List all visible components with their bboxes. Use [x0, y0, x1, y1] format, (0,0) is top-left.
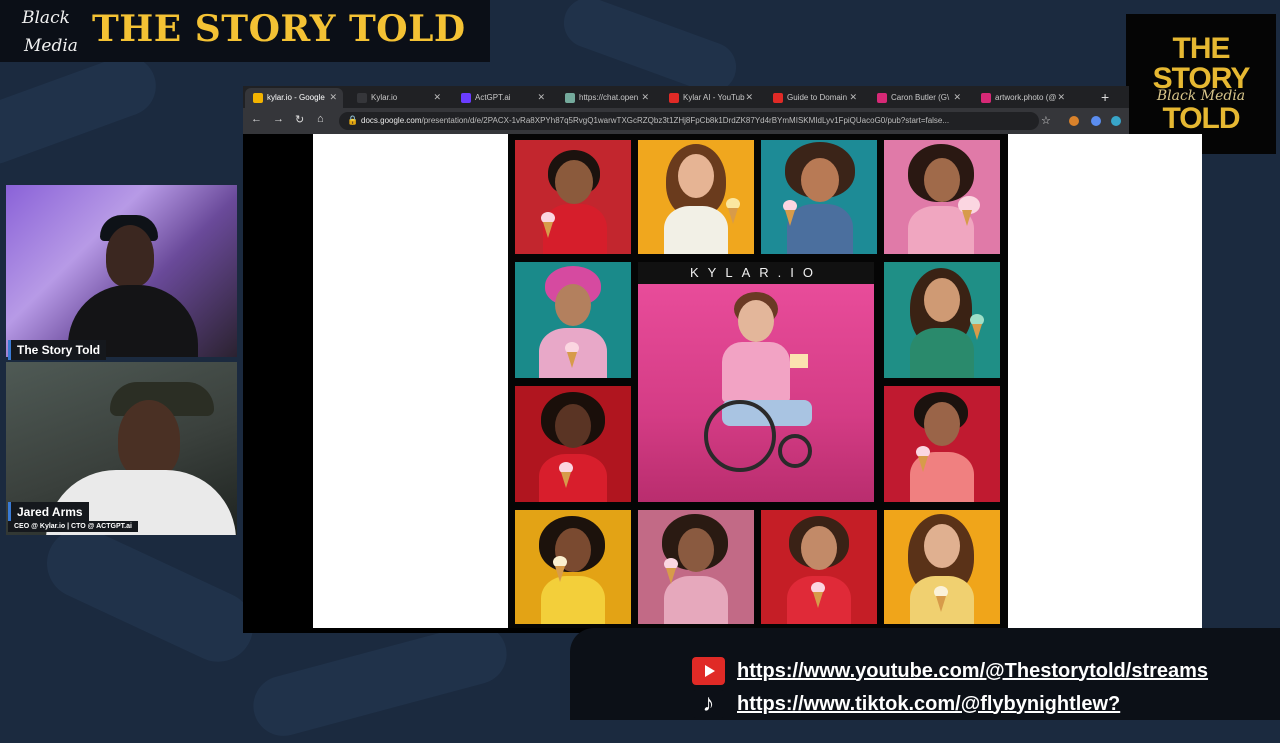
collage-photo	[761, 510, 877, 624]
url-field[interactable]: 🔒 docs.google.com/presentation/d/e/2PACX…	[339, 112, 1039, 130]
tab-label: artwork.photo (@	[995, 93, 1057, 102]
browser-tab[interactable]: ActGPT.ai ✕	[453, 88, 551, 108]
collage-photo	[638, 510, 754, 624]
close-icon[interactable]: ✕	[641, 92, 649, 103]
close-icon[interactable]: ✕	[849, 92, 857, 103]
background-shape	[246, 617, 514, 743]
close-icon[interactable]: ✕	[1057, 92, 1065, 103]
actgpt-icon	[461, 93, 471, 103]
extension-icon[interactable]	[1091, 116, 1101, 126]
extension-icon[interactable]	[1111, 116, 1121, 126]
background-shape	[556, 0, 744, 100]
collage-photo	[515, 386, 631, 502]
tiktok-link-row[interactable]: ♪ https://www.tiktok.com/@flybynightlew?	[692, 690, 1120, 718]
guest-name-tag: Jared Arms	[8, 502, 89, 522]
address-bar: ← → ↻ ⌂ 🔒 docs.google.com/presentation/d…	[243, 108, 1129, 134]
tab-label: Caron Butler (G\	[891, 93, 950, 102]
lock-icon: 🔒	[347, 115, 359, 125]
youtube-icon	[773, 93, 783, 103]
url-host: docs.google.com	[361, 116, 422, 125]
tab-label: Guide to Domain	[787, 93, 848, 102]
browser-window: kylar.io - Google ✕ Kylar.io ✕ ActGPT.ai…	[243, 86, 1202, 633]
tab-label: ActGPT.ai	[475, 93, 511, 102]
slides-icon	[253, 93, 263, 103]
close-icon[interactable]: ✕	[537, 92, 545, 103]
tab-label: Kylar.io	[371, 93, 398, 102]
youtube-icon	[692, 657, 725, 685]
close-icon[interactable]: ✕	[953, 92, 961, 103]
browser-tab[interactable]: Kylar AI - YouTub ✕	[661, 88, 759, 108]
reload-icon[interactable]: ↻	[295, 113, 304, 126]
logo-line-2: TOLD	[1162, 102, 1240, 135]
brand-line-1: Black	[22, 8, 70, 28]
new-tab-icon[interactable]: +	[1101, 89, 1109, 105]
back-icon[interactable]: ←	[251, 113, 262, 125]
url-path: /presentation/d/e/2PACX-1vRa8XPYh87q5Rvg…	[421, 116, 950, 125]
logo-line-1: THE STORY	[1152, 32, 1251, 95]
browser-tab[interactable]: kylar.io - Google ✕	[245, 88, 343, 108]
browser-tab[interactable]: artwork.photo (@ ✕	[973, 88, 1071, 108]
background-shape	[35, 516, 265, 674]
instagram-icon	[981, 93, 991, 103]
webcam-host	[6, 185, 237, 357]
youtube-icon	[669, 93, 679, 103]
show-logo: THE STORY Black Media TOLD	[1126, 14, 1276, 154]
guest-role-tag: CEO @ Kylar.io | CTO @ ACTGPT.ai	[8, 521, 138, 532]
collage-photo	[884, 510, 1000, 624]
tiktok-link[interactable]: https://www.tiktok.com/@flybynightlew?	[737, 693, 1120, 716]
title-banner: Black Media THE STORY TOLD	[0, 0, 490, 62]
collage-photo	[638, 140, 754, 254]
chat-icon	[565, 93, 575, 103]
collage-photo	[884, 140, 1000, 254]
browser-tab[interactable]: Caron Butler (G\ ✕	[869, 88, 967, 108]
tab-label: kylar.io - Google	[267, 93, 325, 102]
tab-label: https://chat.open	[579, 93, 639, 102]
center-photo	[638, 284, 874, 502]
background-shape	[0, 47, 165, 173]
collage-photo	[761, 140, 877, 254]
brand-wordmark: Black Media	[22, 4, 88, 60]
forward-icon[interactable]: →	[273, 113, 284, 125]
bookmark-star-icon[interactable]: ☆	[1041, 114, 1051, 127]
close-icon[interactable]: ✕	[433, 92, 441, 103]
guest-head	[118, 400, 180, 478]
collage-photo	[515, 510, 631, 624]
home-icon[interactable]: ⌂	[317, 113, 324, 125]
collage-photo	[515, 140, 631, 254]
extension-icon[interactable]	[1069, 116, 1079, 126]
youtube-link-row[interactable]: https://www.youtube.com/@Thestorytold/st…	[692, 657, 1208, 685]
collage-photo	[515, 262, 631, 378]
host-head	[106, 225, 154, 287]
tiktok-icon: ♪	[692, 690, 725, 718]
youtube-link[interactable]: https://www.youtube.com/@Thestorytold/st…	[737, 660, 1208, 683]
collage-photo	[884, 262, 1000, 378]
collage-photo	[884, 386, 1000, 502]
instagram-icon	[877, 93, 887, 103]
browser-tab[interactable]: Guide to Domain ✕	[765, 88, 863, 108]
close-icon[interactable]: ✕	[745, 92, 753, 103]
brand-line-2: Media	[24, 36, 78, 56]
tab-label: Kylar AI - YouTub	[683, 93, 745, 102]
host-name-tag: The Story Told	[8, 340, 107, 360]
kids-photo-collage: KYLAR.IO	[508, 134, 1008, 628]
stream-title: THE STORY TOLD	[92, 8, 466, 50]
close-icon[interactable]: ✕	[329, 92, 337, 103]
page-icon	[357, 93, 367, 103]
browser-tab[interactable]: https://chat.open ✕	[557, 88, 655, 108]
browser-tab[interactable]: Kylar.io ✕	[349, 88, 447, 108]
slide-brand-label: KYLAR.IO	[638, 262, 874, 284]
tab-bar: kylar.io - Google ✕ Kylar.io ✕ ActGPT.ai…	[243, 86, 1129, 108]
